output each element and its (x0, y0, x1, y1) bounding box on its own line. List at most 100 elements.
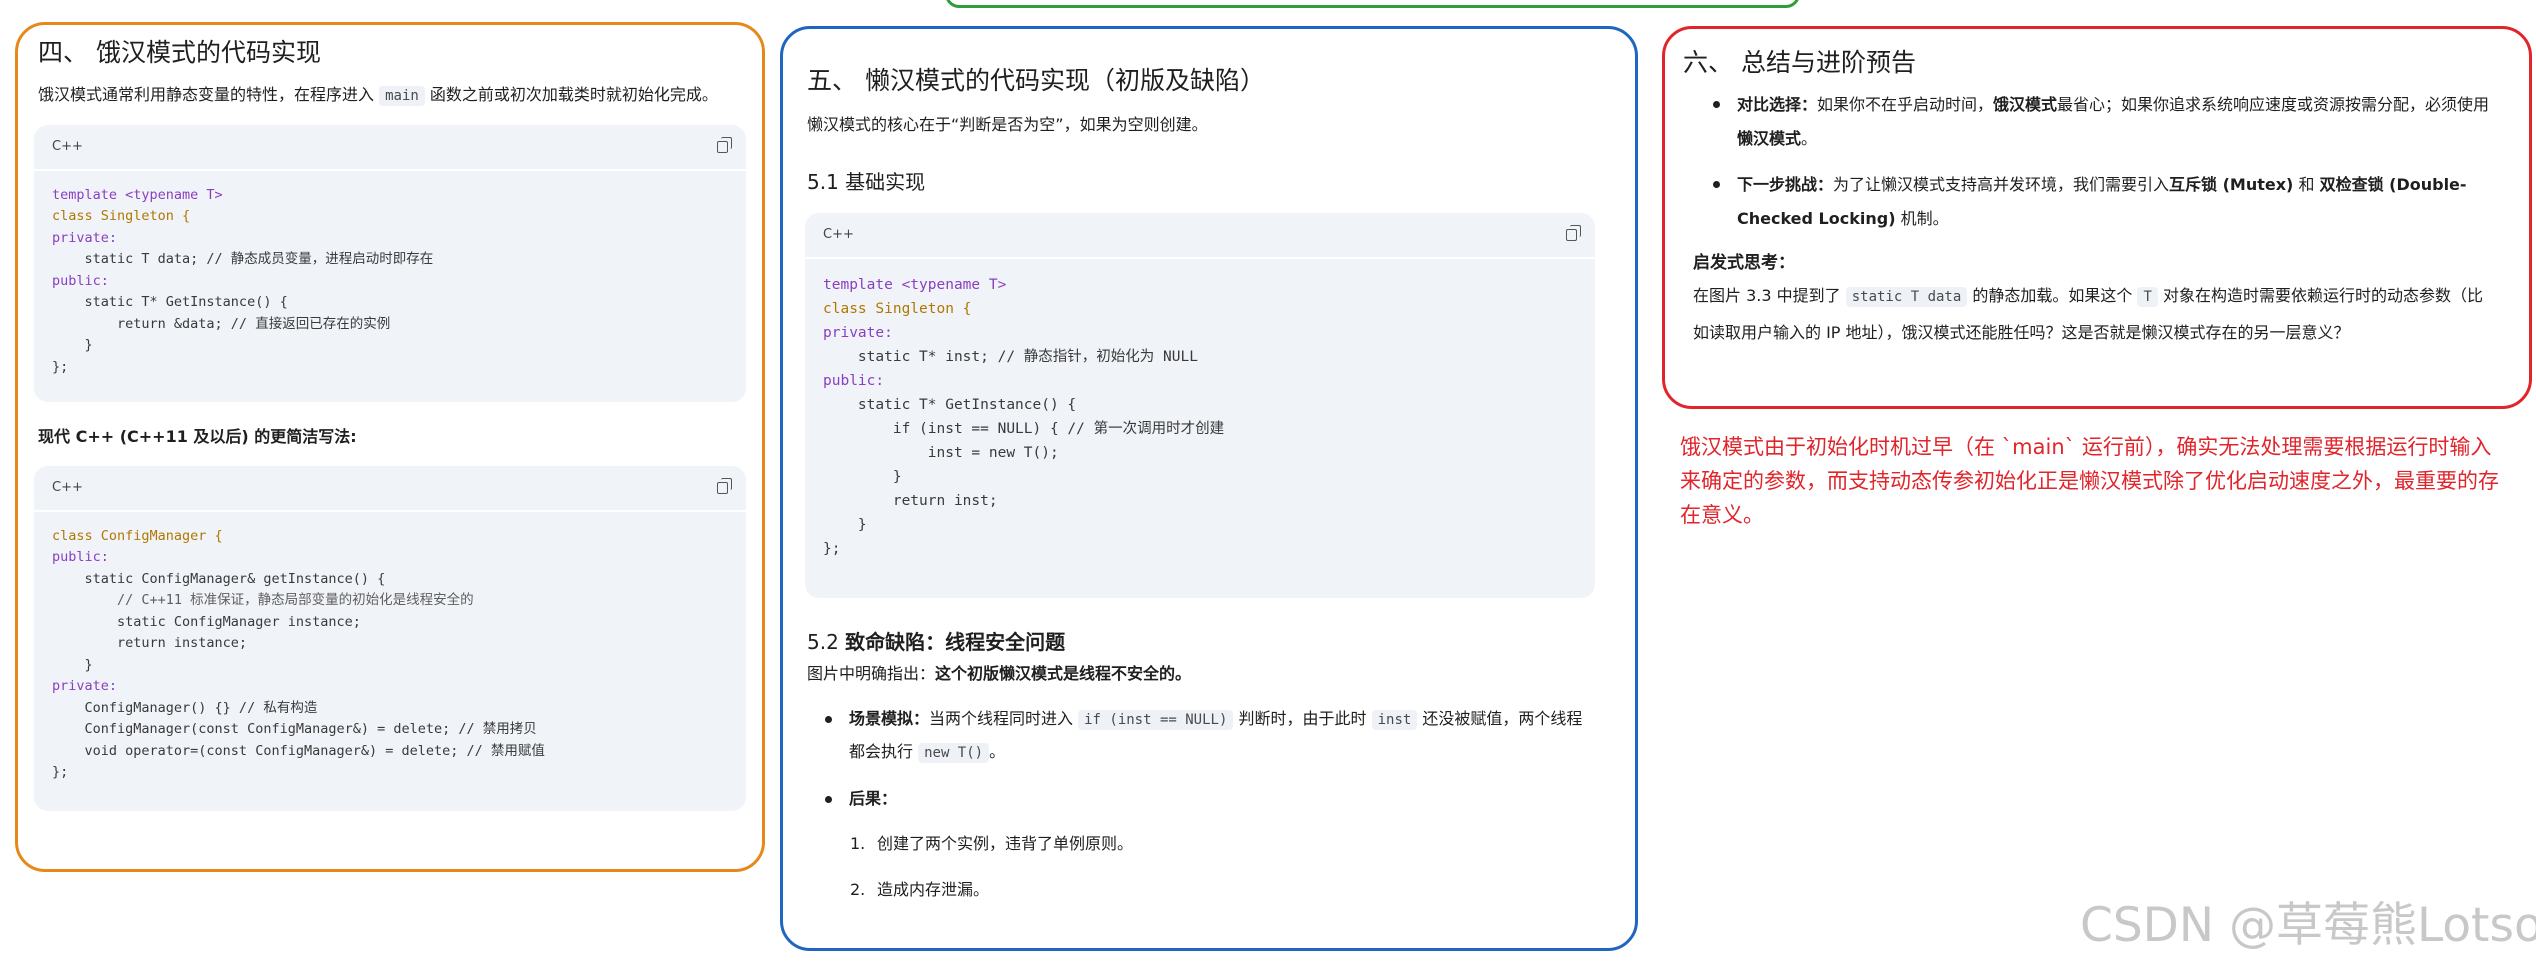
item-label: 场景模拟： (849, 708, 930, 728)
code-line: }; (823, 540, 841, 557)
item-text: 。 (1801, 128, 1818, 148)
code-line: } (823, 468, 902, 485)
item-text: 机制。 (1895, 208, 1949, 228)
copy-icon[interactable] (717, 136, 732, 153)
item-text: 和 (2293, 174, 2320, 194)
list-item: 场景模拟：当两个线程同时进入 if (inst == NULL) 判断时，由于此… (825, 703, 1595, 769)
code-block: C++ class ConfigManager { public: static… (34, 465, 746, 811)
inline-code: T (2137, 286, 2158, 307)
code-line: void operator=(const ConfigManager&) = d… (52, 742, 545, 759)
code-line: } (52, 656, 93, 673)
key-point: 图片中明确指出：这个初版懒汉模式是线程不安全的。 (805, 659, 1595, 689)
code-language: C++ (52, 139, 83, 154)
code-line: template <typename T> (52, 186, 223, 203)
code-line: } (823, 516, 867, 533)
code-line: ConfigManager() {} // 私有构造 (52, 699, 318, 716)
section-eager-impl: 四、 饿汉模式的代码实现 饿汉模式通常利用静态变量的特性，在程序进入 main … (15, 22, 765, 872)
code-line: // C++11 标准保证，静态局部变量的初始化是线程安全的 (52, 592, 474, 608)
item-text: 当两个线程同时进入 (929, 708, 1079, 728)
code-line: inst = new T(); (823, 444, 1059, 461)
item-bold: 互斥锁 (Mutex) (2169, 174, 2294, 194)
code-line: private: (52, 678, 118, 694)
think-body: 在图片 3.3 中提到了 static T data 的静态加载。如果这个 T … (1679, 278, 2493, 350)
code-line: return &data; // 直接返回已存在的实例 (52, 315, 391, 332)
code-line: class Singleton { (52, 208, 191, 224)
code-line: return instance; (52, 635, 248, 651)
code-content: template <typename T> class Singleton { … (805, 259, 1595, 575)
intro-text: 饿汉模式通常利用静态变量的特性，在程序进入 (38, 84, 380, 104)
code-line: static T* GetInstance() { (823, 396, 1077, 413)
numbered-item: 2. 造成内存泄漏。 (850, 875, 1595, 905)
intro-text: 函数之前或初次加载类时就初始化完成。 (424, 84, 718, 104)
code-line: class Singleton { (823, 300, 972, 317)
code-line: static T* GetInstance() { (52, 294, 288, 310)
code-language: C++ (823, 227, 854, 242)
code-line: }; (52, 764, 69, 780)
list-item: 下一步挑战：为了让懒汉模式支持高并发环境，我们需要引入互斥锁 (Mutex) 和… (1713, 168, 2493, 236)
list-item: 后果： (825, 783, 1595, 815)
inline-code: inst (1371, 709, 1418, 730)
code-content: template <typename T> class Singleton { … (34, 171, 746, 393)
think-text: 在图片 3.3 中提到了 (1693, 285, 1846, 305)
section-intro: 懒汉模式的核心在于“判断是否为空”，如果为空则创建。 (807, 114, 1208, 134)
code-block: C++ template <typename T> class Singleto… (805, 212, 1595, 598)
watermark: CSDN @草莓熊Lotso (2080, 898, 2536, 953)
top-frame (945, 0, 1800, 8)
item-text: 。 (989, 741, 1006, 761)
code-content: class ConfigManager { public: static Con… (34, 512, 746, 798)
inline-code: new T() (918, 742, 990, 763)
copy-icon[interactable] (717, 477, 732, 494)
copy-icon[interactable] (1566, 224, 1581, 241)
section-intro: 饿汉模式通常利用静态变量的特性，在程序进入 main 函数之前或初次加载类时就初… (34, 80, 746, 111)
code-line: }; (52, 358, 69, 375)
item-text: 创建了两个实例，违背了单例原则。 (877, 833, 1134, 853)
code-line: static T data; // 静态成员变量，进程启动时即存在 (52, 251, 434, 267)
code-header: C++ (34, 466, 746, 512)
subsection-title: 5.1 基础实现 (807, 169, 926, 194)
summary-list: 对比选择：如果你不在乎启动时间，饿汉模式最省心；如果你追求系统响应速度或资源按需… (1679, 88, 2493, 236)
item-text: 判断时，由于此时 (1233, 708, 1372, 728)
code-line: ConfigManager(const ConfigManager&) = de… (52, 721, 537, 737)
code-block: C++ template <typename T> class Singleto… (34, 124, 746, 402)
item-label: 对比选择： (1737, 94, 1818, 114)
subtitle: 现代 C++ (C++11 及以后) 的更简洁写法: (38, 426, 357, 446)
page: 四、 饿汉模式的代码实现 饿汉模式通常利用静态变量的特性，在程序进入 main … (0, 0, 2536, 961)
inline-code: main (379, 85, 425, 106)
item-label: 下一步挑战： (1737, 174, 1834, 194)
code-line: return inst; (823, 492, 998, 509)
think-text: 的静态加载。如果这个 (1967, 285, 2138, 305)
code-line: if (inst == NULL) { // 第一次调用时才创建 (823, 420, 1225, 437)
key-point-bold: 这个初版懒汉模式是线程不安全的。 (935, 663, 1192, 683)
code-line: private: (823, 324, 893, 341)
inline-code: static T data (1845, 286, 1968, 307)
code-line: class ConfigManager { (52, 527, 223, 544)
section-title: 六、 总结与进阶预告 (1683, 48, 1916, 77)
code-header: C++ (805, 213, 1595, 259)
item-text: 最省心；如果你追求系统响应速度或资源按需分配，必须使用 (2057, 94, 2490, 114)
subsection-title: 5.2 致命缺陷：线程安全问题 (807, 626, 1595, 655)
code-line: static ConfigManager& getInstance() { (52, 570, 386, 587)
section-lazy-impl: 五、 懒汉模式的代码实现（初版及缺陷） 懒汉模式的核心在于“判断是否为空”，如果… (780, 26, 1638, 951)
code-line: static ConfigManager instance; (52, 613, 361, 630)
code-header: C++ (34, 125, 746, 171)
code-line: private: (52, 229, 118, 246)
inline-code: if (inst == NULL) (1078, 709, 1234, 730)
item-bold: 饿汉模式 (1993, 94, 2058, 114)
item-number: 2. (850, 879, 866, 899)
numbered-list: 1. 创建了两个实例，违背了单例原则。 2. 造成内存泄漏。 (805, 829, 1595, 905)
item-bold: 懒汉模式 (1737, 128, 1802, 148)
section-title: 五、 懒汉模式的代码实现（初版及缺陷） (807, 66, 1265, 95)
item-label: 后果： (849, 788, 898, 808)
list-item: 对比选择：如果你不在乎启动时间，饿汉模式最省心；如果你追求系统响应速度或资源按需… (1713, 88, 2493, 156)
numbered-item: 1. 创建了两个实例，违背了单例原则。 (850, 829, 1595, 859)
think-title: 启发式思考： (1693, 252, 1795, 273)
code-line: public: (823, 372, 885, 389)
code-line: } (52, 337, 93, 353)
code-line: template <typename T> (823, 276, 1007, 293)
consequence-list: 场景模拟：当两个线程同时进入 if (inst == NULL) 判断时，由于此… (805, 703, 1595, 815)
item-text: 造成内存泄漏。 (877, 879, 990, 899)
code-line: public: (52, 549, 109, 565)
code-line: public: (52, 272, 109, 289)
subsection-number: 5.2 (807, 629, 846, 654)
handwritten-annotation: 饿汉模式由于初始化时机过早（在 `main` 运行前），确实无法处理需要根据运行… (1680, 435, 2499, 527)
